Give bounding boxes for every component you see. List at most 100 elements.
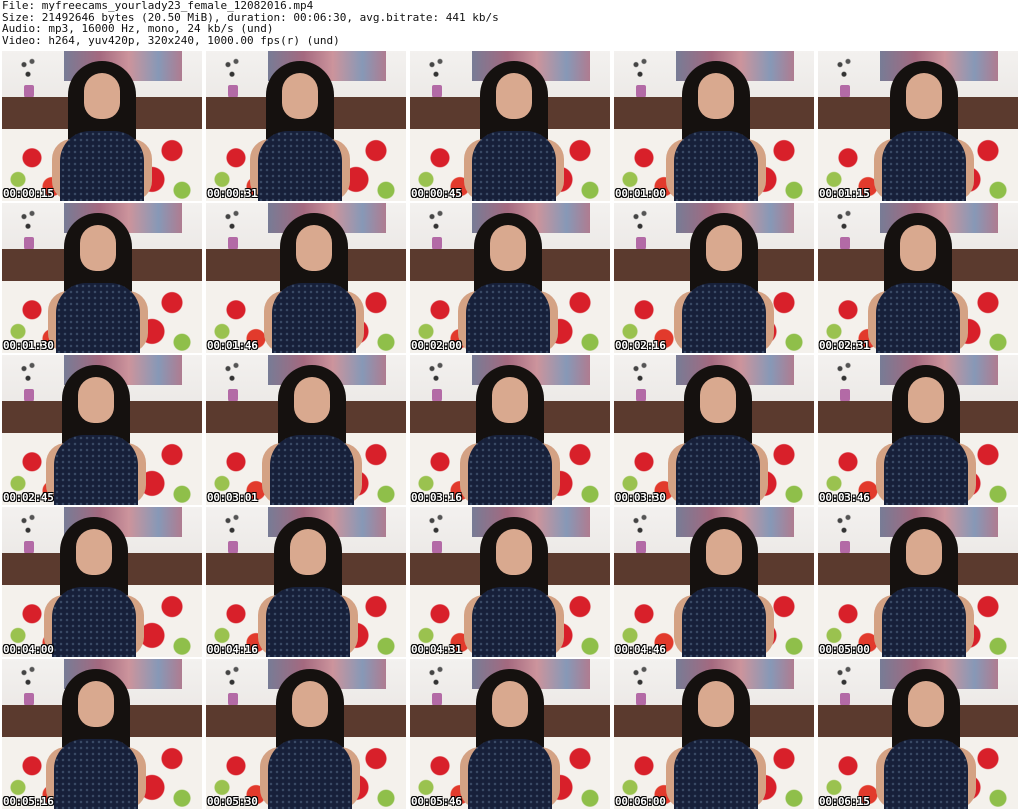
face [706, 225, 742, 271]
plant-decoration [834, 55, 854, 87]
person-figure [48, 213, 148, 353]
video-thumbnail: 00:00:45 [410, 51, 610, 201]
timestamp-label: 00:02:45 [3, 491, 54, 504]
timestamp-label: 00:05:16 [3, 795, 54, 808]
dotted-top [674, 739, 758, 809]
video-thumbnail: 00:05:00 [818, 507, 1018, 657]
person-figure [258, 517, 358, 657]
video-thumbnail: 00:00:31 [206, 51, 406, 201]
face [906, 529, 942, 575]
timestamp-label: 00:05:30 [207, 795, 258, 808]
plant-decoration [222, 663, 242, 695]
plant-decoration [426, 207, 446, 239]
face [80, 225, 116, 271]
face [700, 377, 736, 423]
person-figure [52, 61, 152, 201]
video-thumbnail: 00:05:16 [2, 659, 202, 809]
dotted-top [272, 283, 356, 353]
audio-line: Audio: mp3, 16000 Hz, mono, 24 kb/s (und… [2, 22, 274, 35]
person-figure [868, 213, 968, 353]
video-thumbnail: 00:04:16 [206, 507, 406, 657]
person-figure [876, 365, 976, 505]
video-thumbnail: 00:05:46 [410, 659, 610, 809]
person-figure [460, 365, 560, 505]
video-thumbnail: 00:02:16 [614, 203, 814, 353]
dotted-top [468, 435, 552, 505]
plant-decoration [222, 359, 242, 391]
video-thumbnail: 00:03:01 [206, 355, 406, 505]
plant-decoration [630, 359, 650, 391]
plant-decoration [18, 511, 38, 543]
video-thumbnail: 00:05:30 [206, 659, 406, 809]
plant-decoration [834, 663, 854, 695]
person-figure [874, 517, 974, 657]
plant-decoration [222, 511, 242, 543]
dotted-top [674, 131, 758, 201]
dotted-top [52, 587, 136, 657]
video-thumbnail: 00:02:45 [2, 355, 202, 505]
dotted-top [54, 435, 138, 505]
dotted-top [884, 435, 968, 505]
dotted-top [884, 739, 968, 809]
person-figure [262, 365, 362, 505]
dotted-top [682, 283, 766, 353]
dotted-top [676, 435, 760, 505]
video-thumbnail: 00:06:15 [818, 659, 1018, 809]
video-thumbnail: 00:01:00 [614, 51, 814, 201]
face [908, 377, 944, 423]
face [490, 225, 526, 271]
timestamp-label: 00:00:45 [411, 187, 462, 200]
face [900, 225, 936, 271]
file-name-line: File: myfreecams_yourlady23_female_12082… [2, 0, 314, 12]
dotted-top [466, 283, 550, 353]
face [78, 377, 114, 423]
plant-decoration [630, 663, 650, 695]
face [492, 681, 528, 727]
timestamp-label: 00:01:15 [819, 187, 870, 200]
face [496, 529, 532, 575]
face [698, 73, 734, 119]
person-figure [876, 669, 976, 809]
dotted-top [472, 131, 556, 201]
face [78, 681, 114, 727]
plant-decoration [834, 207, 854, 239]
person-figure [464, 517, 564, 657]
face [294, 377, 330, 423]
plant-decoration [222, 55, 242, 87]
timestamp-label: 00:06:00 [615, 795, 666, 808]
video-thumbnail: 00:02:31 [818, 203, 1018, 353]
dotted-top [270, 435, 354, 505]
plant-decoration [18, 55, 38, 87]
person-figure [46, 365, 146, 505]
plant-decoration [426, 359, 446, 391]
face [496, 73, 532, 119]
dotted-top [876, 283, 960, 353]
dotted-top [468, 739, 552, 809]
video-thumbnail: 00:01:46 [206, 203, 406, 353]
person-figure [874, 61, 974, 201]
timestamp-label: 00:02:00 [411, 339, 462, 352]
plant-decoration [630, 511, 650, 543]
timestamp-label: 00:04:16 [207, 643, 258, 656]
plant-decoration [630, 55, 650, 87]
face [282, 73, 318, 119]
timestamp-label: 00:04:00 [3, 643, 54, 656]
timestamp-label: 00:00:15 [3, 187, 54, 200]
face [84, 73, 120, 119]
plant-decoration [18, 359, 38, 391]
dotted-top [266, 587, 350, 657]
plant-decoration [834, 511, 854, 543]
timestamp-label: 00:02:31 [819, 339, 870, 352]
person-figure [458, 213, 558, 353]
video-thumbnail: 00:01:15 [818, 51, 1018, 201]
video-thumbnail: 00:02:00 [410, 203, 610, 353]
person-figure [674, 517, 774, 657]
video-thumbnail: 00:04:31 [410, 507, 610, 657]
face [290, 529, 326, 575]
person-figure [464, 61, 564, 201]
timestamp-label: 00:05:00 [819, 643, 870, 656]
plant-decoration [630, 207, 650, 239]
person-figure [44, 517, 144, 657]
video-thumbnail: 00:00:15 [2, 51, 202, 201]
video-thumbnail: 00:03:46 [818, 355, 1018, 505]
